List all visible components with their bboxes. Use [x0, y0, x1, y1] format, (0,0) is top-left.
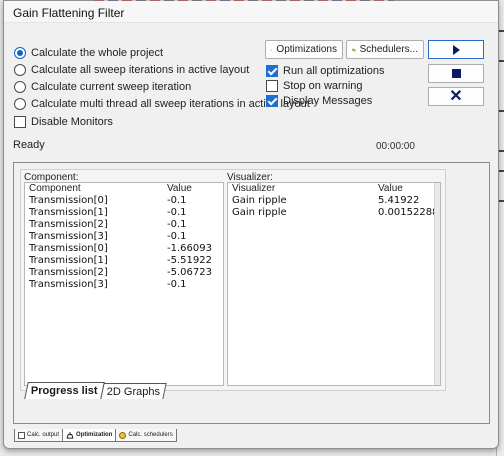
table-row[interactable]: Transmission[2] -0.1 [25, 219, 223, 231]
visualizer-table[interactable]: Visualizer Value Gain ripple 5.41922 Gain … [227, 182, 441, 386]
radio-label: Calculate the whole project [31, 47, 164, 59]
column-header-component[interactable]: Component [29, 183, 167, 195]
checkbox-label: Disable Monitors [31, 116, 113, 128]
cell-name: Transmission[3] [29, 231, 108, 242]
schedulers-label: Schedulers... [359, 44, 418, 55]
checkbox-label: Run all optimizations [283, 65, 385, 77]
optimization-icon [66, 431, 74, 439]
stop-on-warning-checkbox[interactable]: Stop on warning [266, 78, 363, 94]
table-row[interactable]: Gain ripple 5.41922 [228, 195, 440, 207]
optimizations-label: Optimizations [276, 44, 337, 55]
cell-value: -0.1 [167, 219, 187, 230]
abort-button[interactable]: ✕ [428, 87, 484, 106]
stop-icon [451, 69, 461, 78]
cell-name: Transmission[1] [29, 207, 108, 218]
visualizer-table-header: Visualizer Value [228, 183, 440, 195]
cell-name: Transmission[2] [29, 219, 108, 230]
cell-value: -5.06723 [167, 267, 212, 278]
disable-monitors-checkbox[interactable]: Disable Monitors [14, 114, 113, 130]
scheduler-icon [119, 431, 127, 439]
cell-value: -0.1 [167, 195, 187, 206]
radio-label: Calculate current sweep iteration [31, 81, 192, 93]
tab-label: Calc. schedulers [128, 432, 173, 438]
table-row[interactable]: Transmission[0] -0.1 [25, 195, 223, 207]
table-row[interactable]: Transmission[3] -0.1 [25, 279, 223, 291]
checkbox[interactable] [14, 116, 26, 128]
window-title: Gain Flattening Filter [13, 6, 125, 20]
tab-label: 2D Graphs [106, 385, 160, 398]
cell-name: Transmission[3] [29, 279, 108, 290]
cell-name: Transmission[0] [29, 195, 108, 206]
stop-button[interactable] [428, 64, 484, 83]
checkbox[interactable] [266, 95, 278, 107]
visualizer-table-body: Gain ripple 5.41922 Gain ripple 0.00152288 [228, 195, 440, 219]
checkbox-label: Stop on warning [283, 80, 363, 92]
column-header-value[interactable]: Value [378, 183, 438, 195]
tab-label: Calc. output [27, 432, 60, 438]
cell-name: Gain ripple [232, 207, 287, 218]
title-bar[interactable]: Gain Flattening Filter [4, 1, 498, 23]
checkbox[interactable] [266, 80, 278, 92]
table-row[interactable]: Transmission[0] -1.66093 [25, 243, 223, 255]
tab-progress-list[interactable]: Progress list [24, 382, 105, 399]
tab-label: Optimization [76, 432, 113, 438]
checkbox-label: Display Messages [283, 95, 373, 107]
component-table-header: Component Value [25, 183, 223, 195]
optimization-icon [271, 48, 273, 51]
cell-value: -0.1 [167, 207, 187, 218]
run-all-optimizations-checkbox[interactable]: Run all optimizations [266, 63, 385, 79]
table-row[interactable]: Transmission[1] -5.51922 [25, 255, 223, 267]
vertical-scrollbar[interactable] [434, 183, 440, 385]
component-table-body: Transmission[0] -0.1 Transmission[1] -0.1 Tr… [25, 195, 223, 291]
radio-calc-whole-project[interactable]: Calculate the whole project [14, 45, 163, 61]
cell-name: Transmission[2] [29, 267, 108, 278]
cell-value: -5.51922 [167, 255, 212, 266]
table-row[interactable]: Gain ripple 0.00152288 [228, 207, 440, 219]
status-text: Ready [13, 139, 45, 151]
table-row[interactable]: Transmission[3] -0.1 [25, 231, 223, 243]
cell-name: Gain ripple [232, 195, 287, 206]
cell-name: Transmission[0] [29, 243, 108, 254]
results-inner-area: Component: Component Value Transmission[… [20, 169, 446, 391]
checkbox[interactable] [266, 65, 278, 77]
radio-button[interactable] [14, 81, 26, 93]
cell-value: 0.00152288 [378, 207, 438, 218]
results-panel: Component: Component Value Transmission[… [13, 162, 490, 424]
tab-optimization[interactable]: Optimization [62, 429, 117, 442]
start-button[interactable] [428, 40, 484, 59]
output-icon [18, 431, 25, 439]
tab-label: Progress list [30, 385, 98, 397]
radio-label: Calculate all sweep iterations in active… [31, 64, 250, 76]
scheduler-icon [352, 48, 356, 52]
optimizations-button[interactable]: Optimizations [265, 40, 343, 59]
cell-value: -0.1 [167, 231, 187, 242]
calculation-dialog: Gain Flattening Filter Calculate the who… [3, 0, 499, 449]
radio-button[interactable] [14, 98, 26, 110]
table-row[interactable]: Transmission[1] -0.1 [25, 207, 223, 219]
column-header-visualizer[interactable]: Visualizer [232, 183, 378, 195]
schedulers-button[interactable]: Schedulers... [346, 40, 424, 59]
component-table[interactable]: Component Value Transmission[0] -0.1 Trans… [24, 182, 224, 386]
table-row[interactable]: Transmission[2] -5.06723 [25, 267, 223, 279]
radio-calc-all-sweep[interactable]: Calculate all sweep iterations in active… [14, 62, 249, 78]
cell-value: -0.1 [167, 279, 187, 290]
radio-button[interactable] [14, 64, 26, 76]
elapsed-timer: 00:00:00 [376, 141, 415, 152]
cell-value: 5.41922 [378, 195, 420, 206]
radio-button[interactable] [14, 47, 26, 59]
bottom-tab-bar: Calc. output Optimization Calc. schedule… [14, 429, 177, 442]
display-messages-checkbox[interactable]: Display Messages [266, 93, 372, 109]
result-tabs: Progress list 2D Graphs [24, 381, 167, 399]
play-icon [452, 44, 460, 55]
close-icon: ✕ [449, 87, 463, 105]
tab-calc-schedulers[interactable]: Calc. schedulers [115, 429, 177, 442]
radio-calc-current-sweep[interactable]: Calculate current sweep iteration [14, 79, 191, 95]
column-header-value[interactable]: Value [167, 183, 223, 195]
cell-value: -1.66093 [167, 243, 212, 254]
tab-2d-graphs[interactable]: 2D Graphs [99, 383, 167, 399]
cell-name: Transmission[1] [29, 255, 108, 266]
tab-calc-output[interactable]: Calc. output [14, 429, 64, 442]
